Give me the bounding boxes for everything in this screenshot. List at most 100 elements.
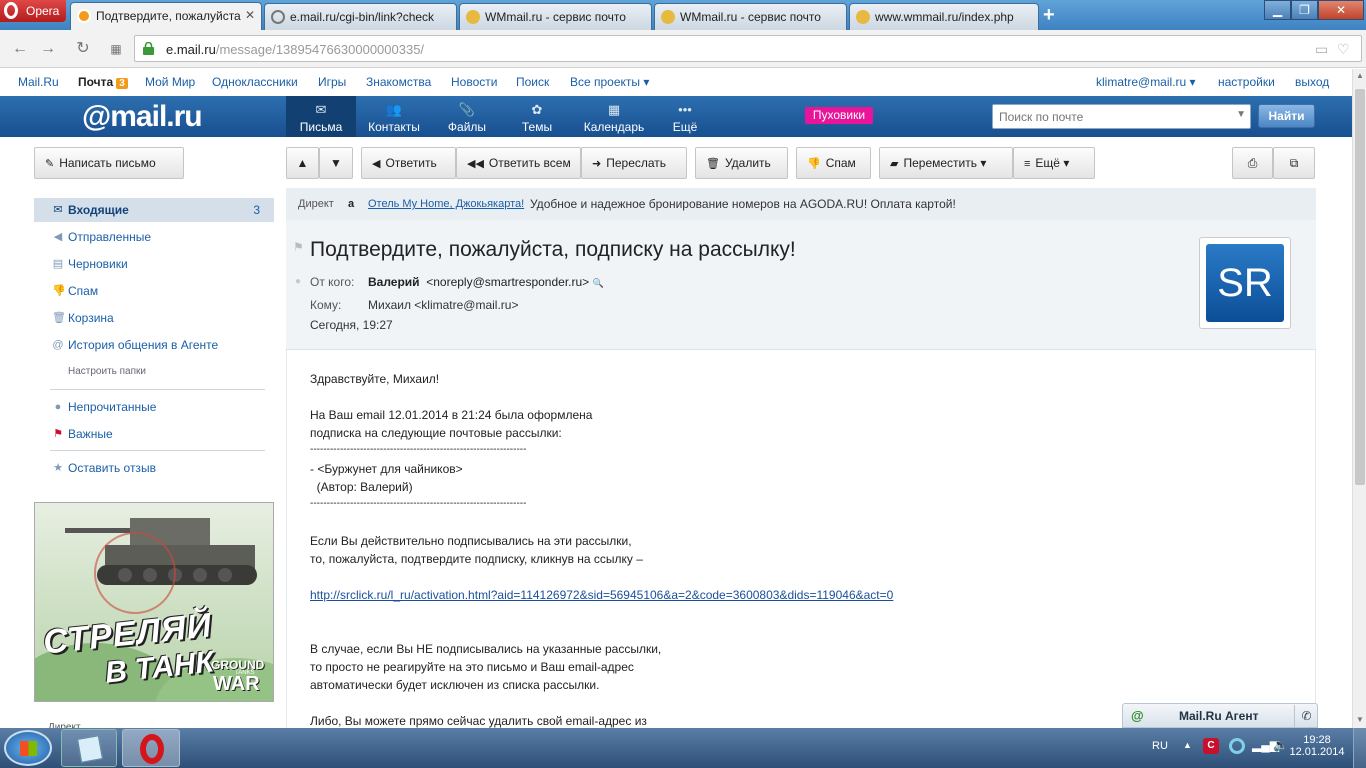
opera-menu-button[interactable]: Opera [0, 0, 66, 22]
tray-expand-icon[interactable]: ▲ [1183, 740, 1192, 750]
wmmail-favicon-icon [856, 10, 870, 24]
phone-icon[interactable]: ✆ [1294, 705, 1318, 727]
more-button[interactable]: ≡ Ещё ▾ [1013, 147, 1095, 179]
url-field[interactable]: e.mail.ru/message/13895476630000000335/ … [134, 35, 1362, 62]
tab-4[interactable]: WMmail.ru - сервис почто [654, 3, 847, 30]
find-button[interactable]: Найти [1258, 104, 1315, 128]
portal-link-mymir[interactable]: Мой Мир [145, 75, 195, 89]
tab-5[interactable]: www.wmmail.ru/index.php [849, 3, 1039, 30]
portal-link-news[interactable]: Новости [451, 75, 497, 89]
tank-game-ad[interactable]: СТРЕЛЯЙ В ТАНК GROUND TANKS WAR [34, 502, 274, 702]
user-menu[interactable]: klimatre@mail.ru ▾ [1096, 75, 1196, 89]
body-line: (Автор: Валерий) [310, 480, 413, 494]
show-desktop-button[interactable] [1353, 728, 1366, 768]
flag-icon[interactable]: ⚑ [293, 240, 304, 254]
bookmark-icon[interactable]: ▭ [1315, 41, 1328, 58]
folder-spam[interactable]: 👎 Спам [34, 279, 274, 303]
speaker-icon[interactable]: 🔈 [1273, 738, 1288, 752]
direct-ad-link[interactable]: Отель My Home, Джокьякарта! [368, 188, 524, 220]
page-scrollbar[interactable]: ▲ ▼ [1352, 69, 1366, 728]
feedback-link[interactable]: ★ Оставить отзыв [34, 456, 274, 480]
maximize-icon[interactable]: ❐ [1291, 0, 1318, 20]
nav-more[interactable]: ••• Ещё [656, 96, 714, 137]
unread-dot-icon[interactable]: ● [295, 276, 301, 287]
promo-badge[interactable]: Пуховики [805, 107, 873, 124]
close-window-icon[interactable]: ✕ [1318, 0, 1364, 20]
portal-link-mailru[interactable]: Mail.Ru [18, 75, 59, 89]
settings-link[interactable]: настройки [1218, 75, 1275, 89]
nav-contacts[interactable]: 👥 Контакты [356, 96, 432, 137]
sender[interactable]: Валерий <noreply@smartresponder.ru> 🔍 [368, 275, 604, 289]
activation-link[interactable]: http://srclick.ru/l_ru/activation.html?a… [310, 588, 893, 602]
move-button[interactable]: ▰ Переместить ▾ [879, 147, 1013, 179]
filter-important[interactable]: ⚑ Важные [34, 422, 274, 446]
mailru-logo[interactable]: @mail.ru [82, 100, 203, 134]
search-icon[interactable]: 🔍 [593, 278, 604, 288]
tab-close-icon[interactable]: ✕ [245, 8, 255, 22]
taskbar-app-notepad[interactable] [61, 729, 117, 767]
scrollbar-thumb[interactable] [1355, 89, 1365, 485]
folder-inbox[interactable]: ✉ Входящие 3 [34, 198, 274, 222]
folder-sent[interactable]: ◀ Отправленные [34, 225, 274, 249]
portal-link-dating[interactable]: Знакомства [366, 75, 431, 89]
mail-search[interactable]: ▼ [992, 104, 1251, 129]
agent-at-icon: @ [1131, 708, 1144, 723]
filter-unread[interactable]: ● Непрочитанные [34, 395, 274, 419]
tab-active[interactable]: Подтвердите, пожалуйста ✕ [70, 2, 262, 30]
open-window-button[interactable]: ⧉ [1273, 147, 1315, 179]
print-button[interactable]: ⎙ [1232, 147, 1273, 179]
portal-link-ok[interactable]: Одноклассники [212, 75, 298, 89]
portal-link-search[interactable]: Поиск [516, 75, 549, 89]
logout-link[interactable]: выход [1295, 75, 1329, 89]
nav-themes[interactable]: ✿ Темы [502, 96, 572, 137]
new-tab-icon[interactable]: + [1043, 4, 1055, 27]
language-indicator[interactable]: RU [1152, 740, 1168, 752]
back-arrow-icon[interactable]: ← [10, 39, 30, 59]
tab-2[interactable]: e.mail.ru/cgi-bin/link?check [264, 3, 457, 30]
next-message-button[interactable]: ▼ [319, 147, 353, 179]
portal-link-all-projects[interactable]: Все проекты ▾ [570, 75, 649, 89]
scroll-down-icon[interactable]: ▼ [1356, 715, 1364, 724]
mailru-agent-widget[interactable]: @ Mail.Ru Агент ✆ [1122, 703, 1318, 728]
search-input[interactable] [999, 106, 1229, 127]
opera-menu-label: Opera [26, 4, 60, 18]
folder-agent-history[interactable]: @ История общения в Агенте [34, 333, 274, 357]
taskbar-app-opera[interactable] [122, 729, 180, 767]
start-button[interactable] [4, 730, 52, 766]
ad-brand-war: WAR [213, 673, 260, 695]
nav-calendar[interactable]: ▦ Календарь [572, 96, 656, 137]
to-label: Кому: [310, 298, 342, 312]
tab-3[interactable]: WMmail.ru - сервис почто [459, 3, 652, 30]
forward-arrow-icon[interactable]: → [38, 39, 58, 59]
tab-title: WMmail.ru - сервис почто [485, 10, 626, 24]
message-body: Здравствуйте, Михаил! На Ваш email 12.01… [286, 350, 1316, 728]
minimize-icon[interactable]: ▁ [1264, 0, 1291, 20]
compose-button[interactable]: ✎ Написать письмо [34, 147, 184, 179]
clock[interactable]: 19:28 12.01.2014 [1287, 734, 1347, 758]
tray-app-icon[interactable] [1229, 738, 1245, 754]
windows-logo-icon [20, 741, 37, 756]
portal-link-mail[interactable]: Почта 3 [78, 75, 128, 89]
chevron-down-icon: ▾ [1063, 156, 1070, 170]
nav-letters[interactable]: ✉ Письма [286, 96, 356, 137]
prev-message-button[interactable]: ▲ [286, 147, 319, 179]
reply-button[interactable]: ◀ Ответить [361, 147, 456, 179]
folder-drafts[interactable]: ▤ Черновики [34, 252, 274, 276]
reply-all-button[interactable]: ◀◀ Ответить всем [456, 147, 581, 179]
delete-button[interactable]: 🗑 Удалить [695, 147, 788, 179]
body-line: Если Вы действительно подписывались на э… [310, 534, 632, 548]
forward-button[interactable]: ➜ Переслать [581, 147, 687, 179]
speed-dial-grid-icon[interactable]: ▦ [106, 39, 126, 59]
heart-icon[interactable]: ♡ [1337, 41, 1350, 58]
windows-taskbar: RU ▲ C ▂▄▆ 🔈 19:28 12.01.2014 [0, 728, 1366, 768]
antivirus-tray-icon[interactable]: C [1203, 738, 1219, 754]
spam-button[interactable]: 👎 Спам [796, 147, 871, 179]
scroll-up-icon[interactable]: ▲ [1356, 71, 1364, 80]
folder-trash[interactable]: 🗑 Корзина [34, 306, 274, 330]
portal-link-games[interactable]: Игры [318, 75, 346, 89]
configure-folders-link[interactable]: Настроить папки [34, 360, 274, 384]
chevron-down-icon[interactable]: ▼ [1236, 109, 1246, 120]
tab-title: e.mail.ru/cgi-bin/link?check [290, 10, 435, 24]
reload-icon[interactable]: ↻ [73, 39, 93, 59]
nav-files[interactable]: 📎 Файлы [432, 96, 502, 137]
